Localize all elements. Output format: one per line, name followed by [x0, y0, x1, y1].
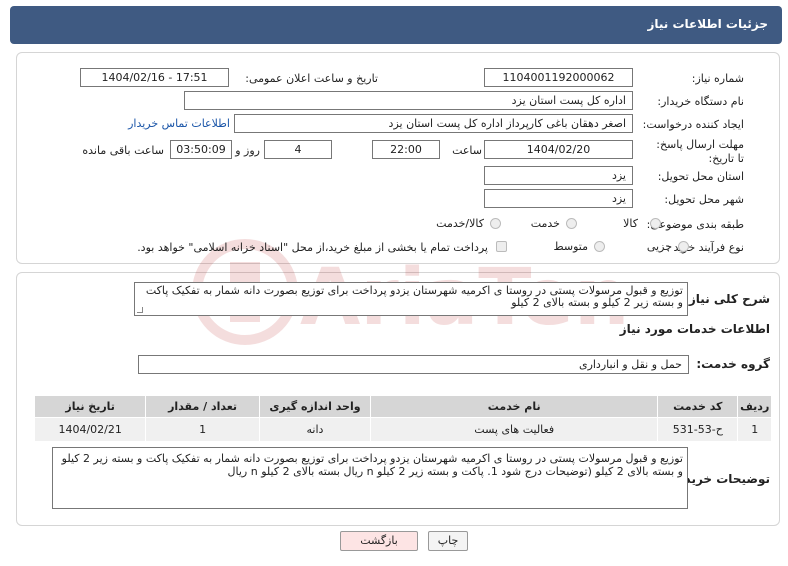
summary-label: شرح کلی نیاز: [684, 292, 770, 306]
category-goods-label: کالا [623, 217, 638, 230]
remaining-label: ساعت باقی مانده [82, 144, 164, 157]
creator-field: اصغر دهقان باغی کارپرداز اداره کل پست اس… [234, 114, 633, 133]
col-need-date: تاریخ نیاز [33, 395, 147, 418]
deadline-time-field: 22:00 [372, 140, 440, 159]
province-label: استان محل تحویل: [657, 170, 744, 183]
category-goods-service-radio[interactable] [490, 218, 501, 229]
buyer-contact-link[interactable]: اطلاعات تماس خریدار [128, 117, 230, 130]
cell-service-code: ح-53-531 [657, 417, 739, 442]
table-row: 1 ح-53-531 فعالیت های پست دانه 1 1404/02… [33, 417, 772, 442]
treasury-payment-note: پرداخت تمام یا بخشی از مبلغ خرید،از محل … [137, 241, 488, 254]
col-service-name: نام خدمت [370, 395, 659, 418]
category-goods-radio[interactable] [650, 218, 661, 229]
buyer-notes-textarea[interactable]: توزیع و قبول مرسولات پستی در روستا ی اکر… [52, 447, 688, 509]
cell-unit: دانه [258, 417, 372, 442]
buyer-org-field: اداره کل پست استان یزد [184, 91, 633, 110]
city-label: شهر محل تحویل: [664, 193, 744, 206]
remaining-time-field: 03:50:09 [170, 140, 232, 159]
service-group-label: گروه خدمت: [696, 357, 770, 371]
col-quantity: تعداد / مقدار [145, 395, 260, 418]
cell-row-number: 1 [737, 417, 772, 442]
col-service-code: کد خدمت [657, 395, 739, 418]
category-goods-service-label: کالا/خدمت [436, 217, 484, 230]
page-title: جزئیات اطلاعات نیاز [647, 17, 768, 31]
category-service-label: خدمت [530, 217, 560, 230]
cell-quantity: 1 [145, 417, 260, 442]
col-unit: واحد اندازه گیری [258, 395, 372, 418]
creator-label: ایجاد کننده درخواست: [642, 118, 744, 131]
process-minor-radio[interactable] [678, 241, 689, 252]
need-number-label: شماره نیاز: [691, 72, 744, 85]
category-service-radio[interactable] [566, 218, 577, 229]
city-field: یزد [484, 189, 633, 208]
province-field: یزد [484, 166, 633, 185]
cell-service-name: فعالیت های پست [370, 417, 659, 442]
service-group-field: حمل و نقل و انبارداری [138, 355, 689, 374]
page-header: جزئیات اطلاعات نیاز [10, 6, 782, 44]
services-section-title: اطلاعات خدمات مورد نیاز [619, 322, 770, 336]
cell-need-date: 1404/02/21 [33, 417, 147, 442]
process-medium-label: متوسط [553, 240, 588, 253]
remaining-days-field: 4 [264, 140, 332, 159]
summary-textarea[interactable]: توزیع و قبول مرسولات پستی در روستا ی اکر… [134, 282, 688, 316]
deadline-label: مهلت ارسال پاسخ: تا تاریخ: [656, 138, 744, 165]
category-label: طبقه بندی موضوعی: [646, 218, 744, 231]
services-table-header: ردیف کد خدمت نام خدمت واحد اندازه گیری ت… [33, 395, 772, 418]
back-button[interactable]: بازگشت [340, 531, 418, 551]
print-button[interactable]: چاپ [428, 531, 468, 551]
announce-date-field: 1404/02/16 - 17:51 [80, 68, 229, 87]
need-number-field: 1104001192000062 [484, 68, 633, 87]
announce-date-label: تاریخ و ساعت اعلان عمومی: [245, 72, 378, 85]
col-row-number: ردیف [737, 395, 772, 418]
days-label: روز و [235, 144, 260, 157]
buyer-org-label: نام دستگاه خریدار: [657, 95, 744, 108]
treasury-payment-checkbox[interactable] [496, 241, 507, 252]
process-minor-label: جزیی [646, 240, 672, 253]
process-medium-radio[interactable] [594, 241, 605, 252]
deadline-time-label: ساعت [452, 144, 482, 157]
services-table: ردیف کد خدمت نام خدمت واحد اندازه گیری ت… [33, 395, 772, 442]
deadline-date-field: 1404/02/20 [484, 140, 633, 159]
summary-resize-handle[interactable] [137, 307, 143, 313]
